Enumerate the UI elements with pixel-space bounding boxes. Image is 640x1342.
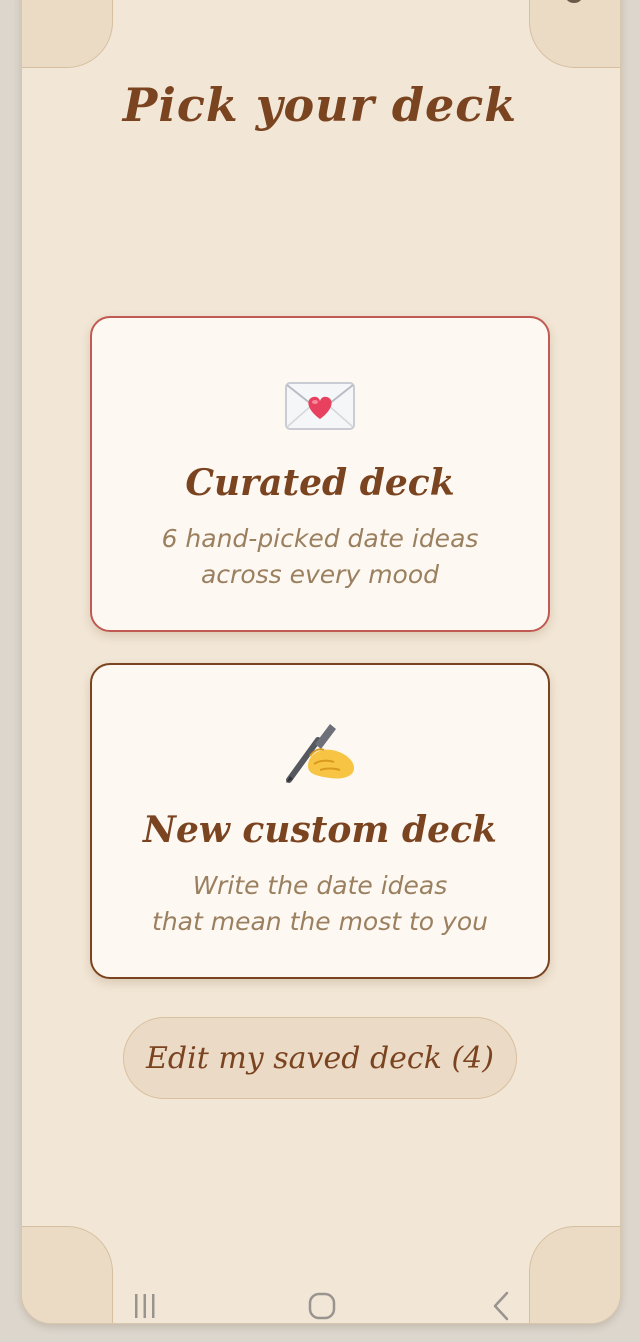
curated-deck-description: across every mood [200, 560, 440, 589]
love-letter-icon [92, 376, 548, 436]
curated-deck-description: 6 hand-picked date ideas [161, 524, 479, 553]
system-navigation-bar [0, 1276, 640, 1332]
custom-deck-title: New custom deck [143, 809, 497, 851]
recent-apps-icon[interactable] [121, 1288, 169, 1324]
curated-deck-title: Curated deck [185, 462, 455, 504]
custom-deck-card[interactable]: New custom deck Write the date ideas tha… [90, 663, 550, 979]
home-icon[interactable] [298, 1288, 346, 1324]
curated-deck-card[interactable]: Curated deck 6 hand-picked date ideas ac… [90, 316, 550, 632]
back-icon[interactable] [478, 1288, 526, 1324]
writing-hand-icon [92, 723, 548, 783]
page-title: Pick your deck [122, 78, 518, 132]
corner-decoration [529, 0, 620, 68]
custom-deck-description: Write the date ideas [192, 871, 448, 900]
custom-deck-description: that mean the most to you [152, 907, 488, 936]
edit-saved-deck-button[interactable]: Edit my saved deck (4) [123, 1017, 517, 1099]
app-frame [21, 0, 621, 1324]
corner-decoration [22, 0, 113, 68]
